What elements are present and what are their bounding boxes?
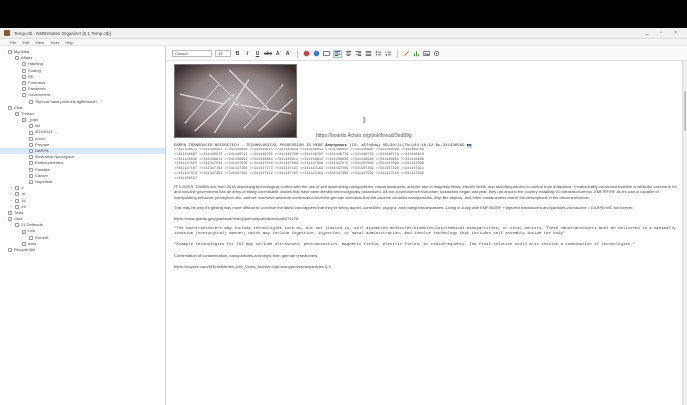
bold-button[interactable]: B: [234, 50, 241, 58]
clear-format-icon[interactable]: [323, 50, 330, 58]
node-icon: [29, 173, 33, 178]
quote-block: "The nanotransducers may include technol…: [174, 226, 676, 237]
node-icon: [15, 223, 19, 228]
source-link[interactable]: https://www.grants.gov/grantsws/rest/opp…: [174, 216, 679, 222]
node-icon: [29, 155, 33, 160]
highlight-color-icon[interactable]: [313, 50, 320, 58]
node-icon: [15, 186, 19, 191]
node-icon: [15, 111, 19, 116]
align-center-icon[interactable]: [345, 50, 352, 58]
tree-node-label: Recycle Bin: [14, 247, 36, 252]
node-icon: [29, 124, 33, 129]
node-icon: [22, 62, 26, 67]
reply-references: >>341446571 >>341446587 >>341446608 >>34…: [174, 148, 684, 182]
font-size-select[interactable]: 10: [215, 50, 231, 57]
italic-button[interactable]: I: [244, 50, 251, 58]
toolbar-separator: [297, 49, 299, 58]
node-icon: [15, 56, 19, 61]
node-icon: [29, 180, 33, 185]
node-icon: [15, 198, 19, 203]
window-title: Temp.ctb - NMBsNotes Organizer [0.1 Temp…: [14, 30, 111, 36]
node-icon: [29, 136, 33, 141]
quote-block: "Example technologies for IAI may includ…: [174, 242, 635, 247]
menu-help[interactable]: Help: [65, 40, 73, 45]
node-icon: [22, 118, 26, 123]
node-icon: [15, 204, 19, 209]
node-icon: [29, 167, 33, 172]
node-icon: [22, 241, 26, 246]
node-icon: [29, 235, 33, 240]
tree-node[interactable]: Recycle Bin: [0, 247, 165, 253]
paragraph: This may be why it's getting way more di…: [174, 205, 634, 211]
numbered-list-icon[interactable]: [385, 50, 392, 58]
paragraph: Confirmation of contamination, nanoparti…: [174, 253, 319, 259]
text-cursor: I: [363, 116, 366, 125]
justify-icon[interactable]: [365, 50, 372, 58]
brush-icon[interactable]: [403, 50, 410, 58]
subscript-button[interactable]: A˙: [285, 50, 292, 58]
node-icon: [29, 161, 33, 166]
node-icon: [29, 142, 33, 147]
node-icon: [8, 50, 12, 55]
image-icon[interactable]: [423, 50, 430, 58]
menu-tools[interactable]: Tools: [50, 40, 59, 45]
ref-line: >>341450597: [174, 176, 198, 181]
node-icon: [15, 192, 19, 197]
bar-chart-icon[interactable]: [413, 50, 420, 58]
title-bar: Temp.ctb - NMBsNotes Organizer [0.1 Temp…: [0, 28, 687, 39]
menu-bar: File Edit View Tools Help: [0, 39, 687, 46]
app-icon: [4, 30, 10, 36]
post-tag: ▶▶: [466, 144, 472, 148]
tree-node-label: Current: [35, 234, 49, 240]
post-body: IT'S OVER. DARPA doc from 2018 describin…: [174, 184, 679, 270]
node-icon: [22, 74, 26, 79]
text-color-icon[interactable]: [303, 50, 310, 58]
node-icon: [8, 210, 12, 215]
node-icon: [22, 81, 26, 86]
toolbar-separator: [397, 49, 399, 58]
font-select[interactable]: Consol: [172, 50, 212, 57]
close-button[interactable]: ×: [674, 30, 677, 36]
source-link[interactable]: https://odysee.com/@ErnstMenes_Life_Vide…: [174, 264, 679, 270]
node-icon: [29, 99, 33, 104]
superscript-button[interactable]: A˙: [275, 50, 282, 58]
node-icon: [22, 68, 26, 73]
format-toolbar: Consol 10 B I U abc A˙ A˙: [166, 47, 687, 61]
node-icon: [8, 217, 12, 222]
menu-edit[interactable]: Edit: [22, 40, 29, 45]
node-tree-sidebar[interactable]: - My Data - Affairs + Hashing Coding RE Forensic…: [0, 47, 166, 405]
minimize-button[interactable]: _: [646, 30, 649, 36]
rich-text-editor[interactable]: https://boards.4chan.org/pol/thread/3ed8…: [166, 61, 687, 405]
app-window: Temp.ctb - NMBsNotes Organizer [0.1 Temp…: [0, 28, 687, 405]
underline-button[interactable]: U: [254, 50, 261, 58]
node-icon: [8, 248, 12, 253]
thread-link[interactable]: https://boards.4chan.org/pol/thread/3ed8…: [316, 133, 412, 139]
scrollbar-thumb[interactable]: [684, 91, 686, 131]
node-icon: [8, 105, 12, 110]
embedded-microscope-image: [174, 64, 297, 138]
bullet-list-icon[interactable]: [375, 50, 382, 58]
paragraph: IT'S OVER. DARPA doc from 2018 describin…: [174, 183, 678, 200]
tree-node-label: "By now have price the lighthouse?...": [35, 98, 103, 104]
node-icon: [22, 229, 26, 234]
node-icon: [29, 130, 33, 135]
node-icon: [29, 149, 33, 154]
align-right-icon[interactable]: [355, 50, 362, 58]
menu-view[interactable]: View: [35, 40, 44, 45]
maximize-button[interactable]: ▫: [660, 30, 662, 36]
menu-file[interactable]: File: [10, 40, 16, 45]
strikethrough-button[interactable]: abc: [264, 50, 272, 58]
node-icon: [22, 87, 26, 92]
node-icon: [22, 93, 26, 98]
tree-node-label: Hopeland: [35, 178, 53, 184]
align-left-icon[interactable]: [333, 49, 343, 58]
settings-icon[interactable]: [433, 50, 440, 58]
vertical-scrollbar[interactable]: [682, 61, 687, 405]
